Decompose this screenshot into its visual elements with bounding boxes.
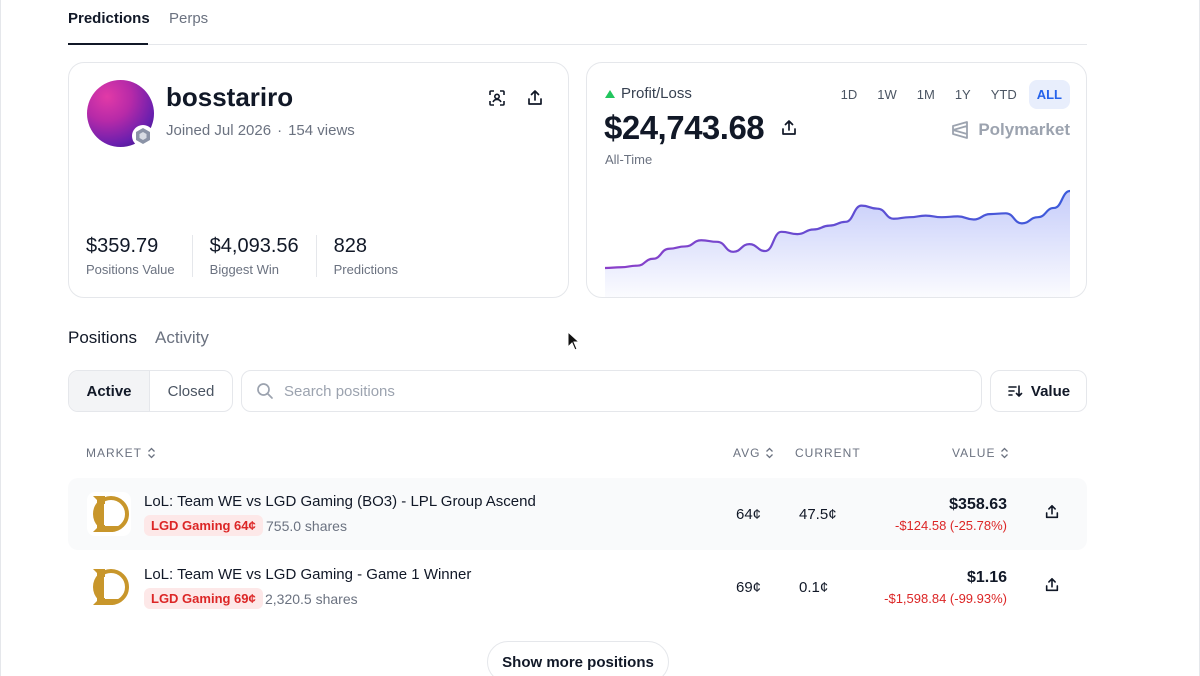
profile-card: bosstariro Joined Jul 2026 · 154 views $35…	[68, 62, 569, 298]
show-more-positions-button[interactable]: Show more positions	[487, 641, 669, 676]
search-box	[241, 370, 982, 412]
username: bosstariro	[166, 82, 294, 112]
tab-perps[interactable]: Perps	[169, 10, 208, 27]
pnl-chart-area	[605, 191, 1070, 297]
position-value: $358.63	[949, 496, 1007, 513]
header-label: AVG	[733, 446, 761, 460]
stat-label: Predictions	[333, 262, 398, 277]
column-header-market[interactable]: MARKET	[86, 446, 156, 460]
market-title[interactable]: LoL: Team WE vs LGD Gaming - Game 1 Winn…	[144, 566, 471, 583]
sort-icon	[1008, 385, 1023, 398]
header-label: VALUE	[952, 446, 996, 460]
profile-meta: Joined Jul 2026 · 154 views	[166, 122, 355, 139]
sort-toggle-icon	[148, 447, 155, 459]
avg-price: 69¢	[736, 579, 762, 596]
range-1y[interactable]: 1Y	[947, 80, 979, 109]
share-count: 2,320.5 shares	[265, 591, 358, 607]
header-label: MARKET	[86, 446, 143, 460]
filter-closed-button[interactable]: Closed	[150, 371, 232, 411]
stat-value: 828	[333, 235, 368, 257]
league-of-legends-logo-icon	[87, 492, 131, 536]
verified-badge-icon	[132, 125, 154, 147]
range-1m[interactable]: 1M	[909, 80, 943, 109]
range-selector: 1D 1W 1M 1Y YTD ALL	[833, 80, 1070, 109]
pnl-chart	[604, 189, 1071, 297]
page-border-left	[0, 0, 1, 676]
range-ytd[interactable]: YTD	[983, 80, 1025, 109]
header-label: CURRENT	[795, 446, 861, 460]
sort-toggle-icon	[1001, 447, 1009, 459]
tab-activity[interactable]: Activity	[155, 328, 209, 348]
view-count: 154 views	[288, 122, 355, 139]
status-filter: Active Closed	[68, 370, 233, 412]
trend-up-icon	[605, 89, 615, 98]
share-count: 755.0 shares	[266, 518, 347, 534]
avg-price: 64¢	[736, 506, 762, 523]
search-icon	[257, 383, 273, 399]
market-title[interactable]: LoL: Team WE vs LGD Gaming (BO3) - LPL G…	[144, 493, 536, 510]
share-position-icon[interactable]	[1044, 577, 1060, 598]
share-pnl-icon[interactable]	[780, 119, 798, 142]
pnl-label-row: Profit/Loss	[605, 85, 692, 102]
position-pnl: -$124.58 (-25.78%)	[894, 518, 1007, 533]
scan-profile-icon[interactable]	[486, 87, 508, 109]
sort-toggle-icon	[766, 447, 774, 459]
top-tabs: Predictions Perps	[68, 0, 1087, 45]
sort-label: Value	[1030, 382, 1071, 400]
table-row[interactable]: LoL: Team WE vs LGD Gaming (BO3) - LPL G…	[68, 478, 1087, 550]
share-position-icon[interactable]	[1044, 504, 1060, 525]
column-header-value[interactable]: VALUE	[952, 446, 1009, 460]
sort-button[interactable]: Value	[990, 370, 1087, 412]
filter-active-button[interactable]: Active	[69, 371, 150, 411]
tab-predictions[interactable]: Predictions	[68, 10, 150, 27]
brand-name: Polymarket	[978, 120, 1070, 139]
separator-dot: ·	[277, 122, 283, 139]
profit-loss-card: Profit/Loss $24,743.68 All-Time 1D 1W 1M…	[586, 62, 1087, 298]
brand-watermark: Polymarket	[950, 120, 1070, 140]
stat-positions-value: $359.79 Positions Value	[86, 235, 193, 277]
outcome-badge: LGD Gaming 64¢	[144, 515, 263, 536]
column-header-avg[interactable]: AVG	[733, 446, 774, 460]
tab-positions[interactable]: Positions	[68, 328, 137, 348]
current-price: 47.5¢	[799, 506, 837, 523]
stat-value: $359.79	[86, 235, 159, 257]
current-price: 0.1¢	[799, 579, 829, 596]
column-header-current: CURRENT	[795, 446, 861, 460]
stat-biggest-win: $4,093.56 Biggest Win	[210, 235, 317, 277]
table-row[interactable]: LoL: Team WE vs LGD Gaming - Game 1 Winn…	[68, 551, 1087, 623]
outcome-badge: LGD Gaming 69¢	[144, 588, 263, 609]
range-all[interactable]: ALL	[1028, 80, 1070, 109]
stat-predictions: 828 Predictions	[334, 235, 415, 277]
pnl-label: Profit/Loss	[621, 85, 692, 102]
share-profile-icon[interactable]	[524, 87, 546, 109]
pnl-value: $24,743.68	[604, 109, 765, 146]
active-tab-indicator	[68, 43, 148, 45]
range-1w[interactable]: 1W	[869, 80, 905, 109]
positions-section-tabs: Positions Activity	[68, 328, 209, 348]
polymarket-logo-icon	[952, 121, 969, 139]
profile-stats: $359.79 Positions Value $4,093.56 Bigges…	[86, 235, 432, 277]
stat-label: Positions Value	[86, 262, 175, 277]
range-1d[interactable]: 1D	[833, 80, 866, 109]
mouse-cursor-icon	[567, 330, 581, 356]
stat-label: Biggest Win	[209, 262, 280, 277]
position-pnl: -$1,598.84 (-99.93%)	[884, 591, 1007, 606]
pnl-period: All-Time	[605, 152, 653, 167]
stat-value: $4,093.56	[209, 235, 299, 257]
position-value: $1.16	[966, 569, 1007, 586]
joined-date: Joined Jul 2026	[166, 122, 272, 139]
league-of-legends-logo-icon	[87, 565, 131, 609]
search-input[interactable]	[284, 382, 944, 400]
